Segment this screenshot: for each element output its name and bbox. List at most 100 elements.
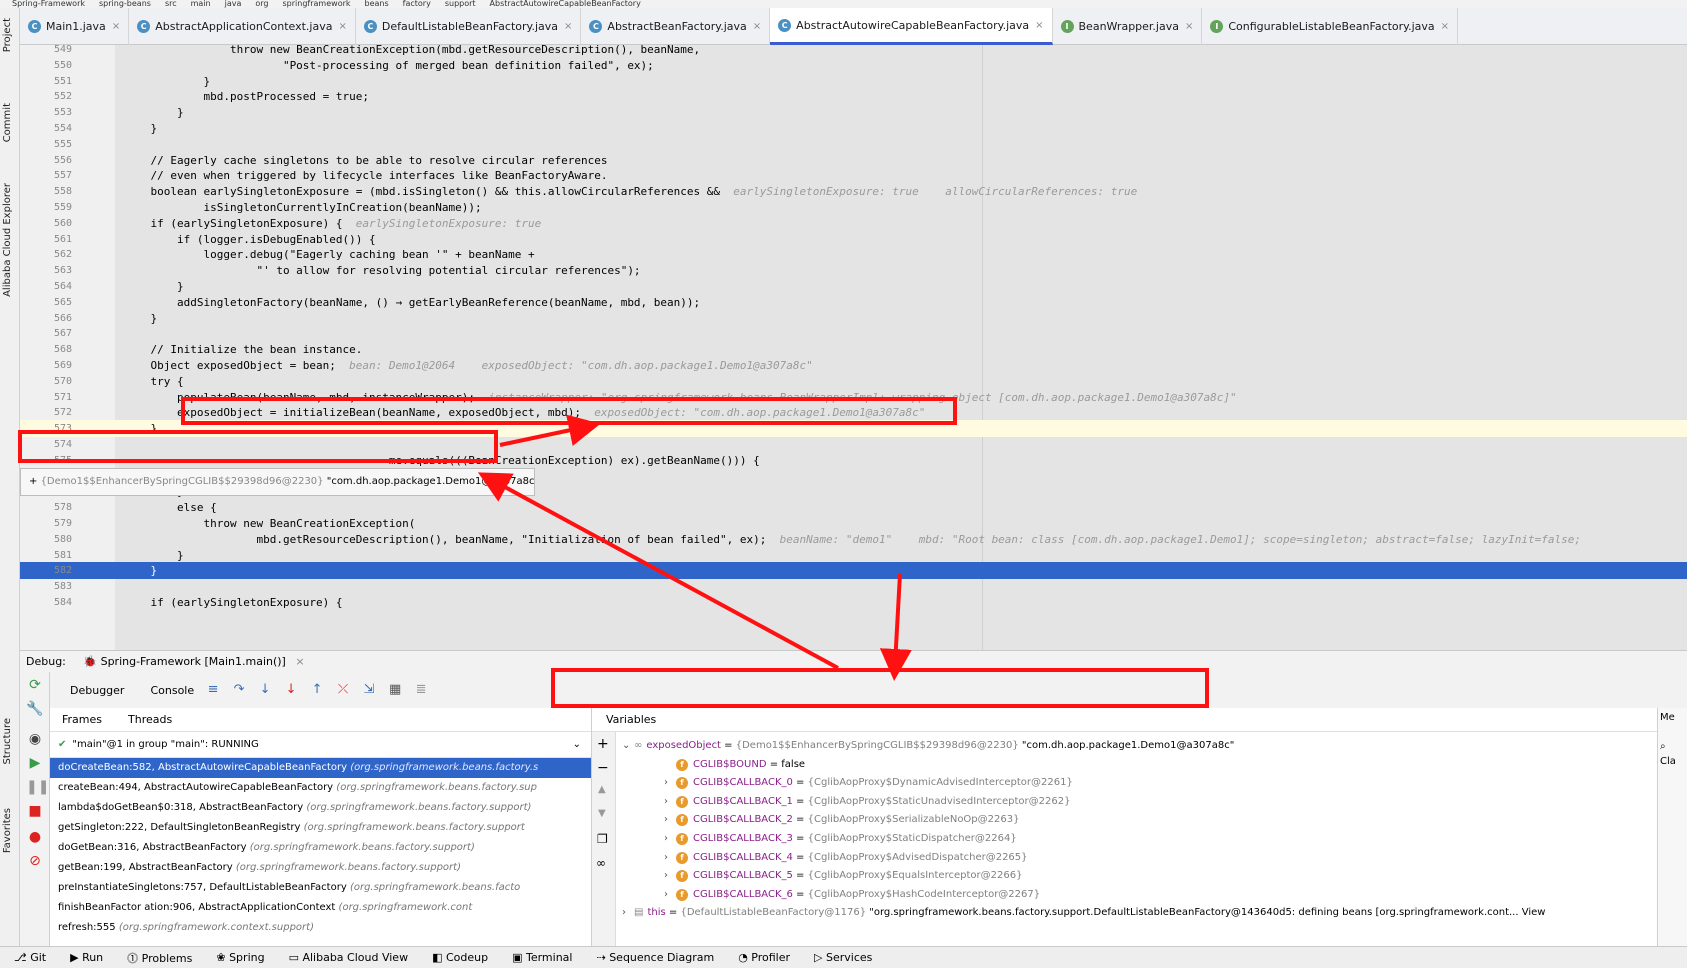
step-into-icon[interactable]: ↓ [258,683,272,697]
stack-frame[interactable]: lambda$doGetBean$0:318, AbstractBeanFact… [50,798,591,818]
frame-list[interactable]: doCreateBean:582, AbstractAutowireCapabl… [50,758,591,938]
move-down-icon[interactable]: ▼ [598,808,606,819]
breadcrumb-item[interactable]: main [191,0,211,8]
step-over-icon[interactable]: ↷ [232,683,246,697]
mute-breakpoints-icon[interactable]: ⊘ [26,852,44,870]
stack-frame[interactable]: getBean:199, AbstractBeanFactory (org.sp… [50,858,591,878]
move-up-icon[interactable]: ▲ [598,784,606,795]
variable-row[interactable]: › f CGLIB$CALLBACK_5 = {CglibAopProxy$Equa… [616,866,1657,886]
copy-icon[interactable]: ❐ [597,832,608,846]
code-line[interactable]: 553 } [20,104,1687,121]
editor-tab[interactable]: C Main1.java × [20,8,130,45]
stack-frame[interactable]: doCreateBean:582, AbstractAutowireCapabl… [50,758,591,778]
code-line[interactable]: 556 // Eagerly cache singletons to be ab… [20,152,1687,169]
pause-icon[interactable]: ❚❚ [26,778,49,796]
remove-watch-icon[interactable]: − [597,760,609,776]
variable-row[interactable]: › f CGLIB$CALLBACK_4 = {CglibAopProxy$Advi… [616,848,1657,868]
structure-tab[interactable]: Structure [2,718,13,765]
debug-session-tab[interactable]: Spring-Framework [Main1.main()] [101,655,286,668]
stop-icon[interactable]: ■ [26,802,44,820]
code-line[interactable]: 570 try { [20,373,1687,390]
chevron-right-icon[interactable]: › [622,903,634,923]
code-line[interactable]: 569 Object exposedObject = bean; bean: D… [20,357,1687,374]
stack-frame[interactable]: finishBeanFactor ation:906, AbstractAppl… [50,898,591,918]
eye-icon[interactable]: ◉ [26,730,44,748]
breadcrumb-item[interactable]: Spring-Framework [12,0,85,8]
chevron-right-icon[interactable]: › [664,829,676,849]
tool-window-git[interactable]: ⎇ Git [14,951,46,964]
code-line[interactable]: 568 // Initialize the bean instance. [20,341,1687,358]
code-line[interactable]: 580 mbd.getResourceDescription(), beanNa… [20,531,1687,548]
editor-tab[interactable]: C AbstractAutowireCapableBeanFactory.java… [770,8,1053,45]
stack-frame[interactable]: createBean:494, AbstractAutowireCapableB… [50,778,591,798]
editor-tab[interactable]: C AbstractBeanFactory.java × [581,8,771,45]
memory-tab[interactable]: Me [1658,708,1687,727]
favorites-tab[interactable]: Favorites [2,808,13,853]
code-line[interactable]: 551 } [20,73,1687,90]
close-icon[interactable]: × [1441,21,1449,32]
add-watch-icon[interactable]: + [597,736,609,752]
code-line[interactable]: 557 // even when triggered by lifecycle … [20,167,1687,184]
force-step-into-icon[interactable]: ↓ [284,683,298,697]
code-line[interactable]: 566 } [20,310,1687,327]
breadcrumb[interactable]: Spring-Framework spring-beans src main java o… [0,0,1687,8]
tool-window-run[interactable]: ▶ Run [70,951,103,964]
view-breakpoints-icon[interactable]: ● [26,828,44,846]
tool-window-services[interactable]: ▷ Services [814,951,872,964]
alibaba-cloud-explorer-tab[interactable]: Alibaba Cloud Explorer [2,183,13,297]
breadcrumb-item[interactable]: factory [403,0,431,8]
code-line[interactable]: 558 boolean earlySingletonExposure = (mb… [20,183,1687,200]
code-line[interactable]: 561 if (logger.isDebugEnabled()) { [20,231,1687,248]
tool-window-spring[interactable]: ❀ Spring [216,951,264,964]
chevron-right-icon[interactable]: › [664,773,676,793]
breadcrumb-item[interactable]: org [255,0,268,8]
variable-row[interactable]: › ▤ this = {DefaultListableBeanFactory@117… [616,903,1657,923]
search-icon[interactable]: ⌕ [1658,727,1687,752]
code-line[interactable]: 567 [20,325,1687,342]
editor-tab[interactable]: C DefaultListableBeanFactory.java × [356,8,582,45]
close-icon[interactable]: × [1035,20,1043,31]
threads-tab[interactable]: Threads [128,713,172,726]
code-line[interactable]: 583 [20,578,1687,595]
evaluate-expression-icon[interactable]: ▦ [388,683,402,697]
console-tab[interactable]: Console [150,684,194,697]
breadcrumb-item[interactable]: AbstractAutowireCapableBeanFactory [490,0,641,8]
class-filter[interactable]: Cla [1658,752,1687,771]
code-line[interactable]: 564 } [20,278,1687,295]
menu-lines-icon[interactable]: ≡ [206,683,220,697]
variable-row[interactable]: f CGLIB$BOUND = false [616,755,1657,775]
close-icon[interactable]: × [1185,21,1193,32]
chevron-right-icon[interactable]: › [664,792,676,812]
chevron-down-icon[interactable]: ⌄ [622,736,634,756]
code-line[interactable]: 565 addSingletonFactory(beanName, () → g… [20,294,1687,311]
variable-row[interactable]: › f CGLIB$CALLBACK_6 = {CglibAopProxy$Hash… [616,885,1657,905]
step-out-icon[interactable]: ↑ [310,683,324,697]
resume-icon[interactable]: ▶ [26,754,44,772]
code-editor[interactable]: 549 throw new BeanCreationException(mbd.… [20,45,1687,650]
stack-frame[interactable]: doGetBean:316, AbstractBeanFactory (org.… [50,838,591,858]
tool-window-problems[interactable]: ⓵ Problems [127,950,192,966]
wrench-icon[interactable]: 🔧 [26,700,44,718]
editor-tab[interactable]: C AbstractApplicationContext.java × [129,8,356,45]
code-line[interactable]: 559 isSingletonCurrentlyInCreation(beanN… [20,199,1687,216]
close-icon[interactable]: × [753,21,761,32]
thread-selector[interactable]: ✔ "main"@1 in group "main": RUNNING ⌄ [50,732,591,758]
code-line[interactable]: 582 } [20,562,1687,580]
breadcrumb-item[interactable]: spring-beans [99,0,151,8]
tool-window-sequence-diagram[interactable]: ⇢ Sequence Diagram [596,951,714,964]
frames-tab[interactable]: Frames [62,713,102,726]
variable-row[interactable]: › f CGLIB$CALLBACK_0 = {CglibAopProxy$Dyna… [616,773,1657,793]
editor-tab[interactable]: I ConfigurableListableBeanFactory.java × [1202,8,1459,45]
breadcrumb-item[interactable]: java [225,0,242,8]
breadcrumb-item[interactable]: src [165,0,177,8]
commit-tab[interactable]: Commit [2,103,13,142]
code-line[interactable]: 552 mbd.postProcessed = true; [20,88,1687,105]
code-line[interactable]: 562 logger.debug("Eagerly caching bean '… [20,246,1687,263]
code-line[interactable]: 581 } [20,547,1687,564]
glasses-icon[interactable]: ∞ [596,856,606,870]
chevron-right-icon[interactable]: › [664,810,676,830]
debugger-tab[interactable]: Debugger [70,684,124,697]
code-line[interactable]: 554 } [20,120,1687,137]
variable-row[interactable]: › f CGLIB$CALLBACK_3 = {CglibAopProxy$Stat… [616,829,1657,849]
breadcrumb-item[interactable]: support [445,0,476,8]
